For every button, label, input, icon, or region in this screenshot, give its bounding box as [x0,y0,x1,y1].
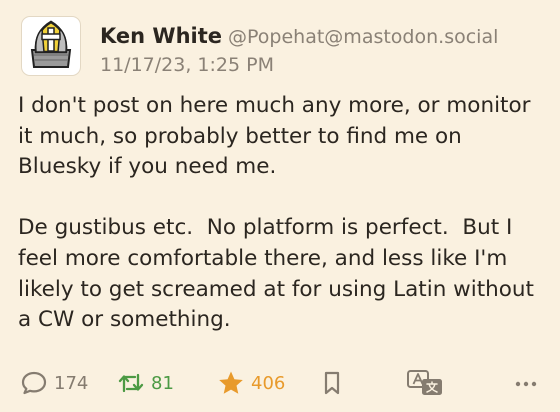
reply-button[interactable]: 174 [20,366,88,400]
author-display-name[interactable]: Ken White [100,24,222,48]
boost-button[interactable]: 81 [117,366,174,400]
action-bar: 174 81 406 [0,366,560,400]
star-icon [219,371,243,394]
post-paragraph: De gustibus etc. No platform is perfect.… [18,215,541,333]
post-content: I don't post on here much any more, or m… [18,91,548,336]
favourite-count: 406 [251,372,286,394]
mitre-with-cross-icon [30,20,72,68]
more-options-button[interactable] [513,366,539,400]
reply-count: 174 [54,372,89,394]
author-line: Ken White @Popehat@mastodon.social [100,22,550,50]
ellipsis-icon [515,381,537,387]
author-handle[interactable]: @Popehat@mastodon.social [228,26,498,48]
translate-button[interactable] [406,366,444,400]
post: Ken White @Popehat@mastodon.social 11/17/… [0,0,560,412]
favourite-button[interactable]: 406 [217,366,285,400]
bookmark-button[interactable] [320,366,344,400]
translate-icon [407,370,442,395]
post-paragraph: I don't post on here much any more, or m… [18,93,538,180]
avatar[interactable] [21,16,81,76]
boost-count: 81 [151,372,174,394]
bookmark-icon [324,371,340,395]
boost-arrows-icon [118,373,144,393]
post-timestamp[interactable]: 11/17/23, 1:25 PM [100,53,550,77]
speech-bubble-icon [21,371,47,395]
post-header: Ken White @Popehat@mastodon.social 11/17/… [100,22,550,77]
